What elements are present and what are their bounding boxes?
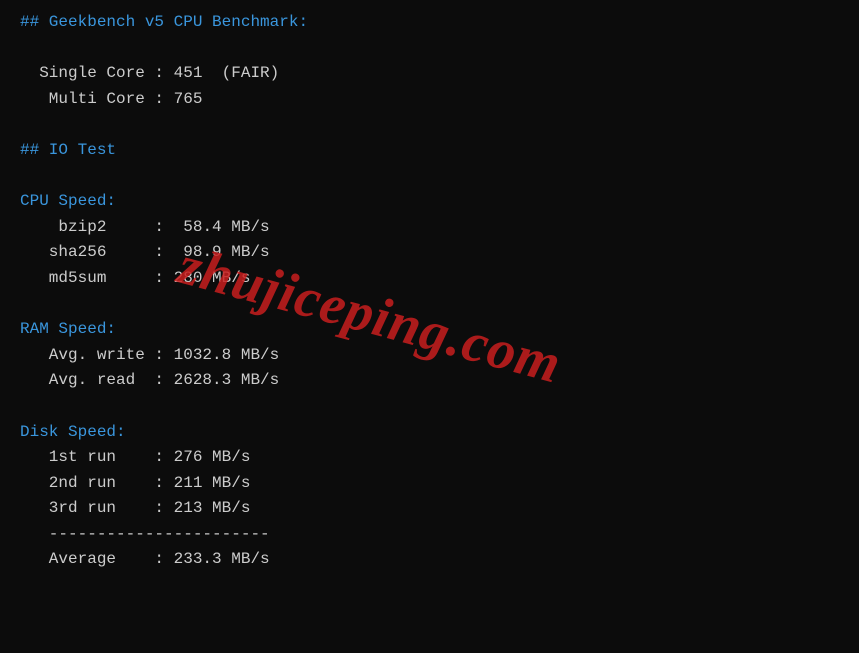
io-test-title: ## IO Test bbox=[20, 138, 839, 164]
md5sum-value: 280 MB/s bbox=[174, 269, 251, 287]
disk-run1-line: 1st run : 276 MB/s bbox=[20, 445, 839, 471]
disk-run3-line: 3rd run : 213 MB/s bbox=[20, 496, 839, 522]
blank-line bbox=[20, 164, 839, 190]
sha256-value: 98.9 MB/s bbox=[183, 243, 269, 261]
disk-speed-title: Disk Speed: bbox=[20, 420, 839, 446]
bzip2-line: bzip2 : 58.4 MB/s bbox=[20, 215, 839, 241]
disk-avg-line: Average : 233.3 MB/s bbox=[20, 547, 839, 573]
md5sum-line: md5sum : 280 MB/s bbox=[20, 266, 839, 292]
ram-read-label: Avg. read : bbox=[20, 371, 174, 389]
disk-run2-label: 2nd run : bbox=[20, 474, 174, 492]
geekbench-title: ## Geekbench v5 CPU Benchmark: bbox=[20, 10, 839, 36]
terminal-output: ## Geekbench v5 CPU Benchmark: Single Co… bbox=[20, 10, 839, 573]
disk-run3-value: 213 MB/s bbox=[174, 499, 251, 517]
blank-line bbox=[20, 292, 839, 318]
single-core-value: 451 (FAIR) bbox=[174, 64, 280, 82]
disk-run3-label: 3rd run : bbox=[20, 499, 174, 517]
disk-run2-value: 211 MB/s bbox=[174, 474, 251, 492]
ram-speed-title: RAM Speed: bbox=[20, 317, 839, 343]
blank-line bbox=[20, 394, 839, 420]
multi-core-value: 765 bbox=[174, 90, 203, 108]
ram-read-value: 2628.3 MB/s bbox=[174, 371, 280, 389]
disk-avg-value: 233.3 MB/s bbox=[174, 550, 270, 568]
disk-divider: ----------------------- bbox=[20, 522, 839, 548]
bzip2-label: bzip2 : bbox=[20, 218, 183, 236]
disk-run1-value: 276 MB/s bbox=[174, 448, 251, 466]
disk-run2-line: 2nd run : 211 MB/s bbox=[20, 471, 839, 497]
ram-write-line: Avg. write : 1032.8 MB/s bbox=[20, 343, 839, 369]
bzip2-value: 58.4 MB/s bbox=[183, 218, 269, 236]
cpu-speed-title: CPU Speed: bbox=[20, 189, 839, 215]
multi-core-line: Multi Core : 765 bbox=[20, 87, 839, 113]
ram-write-label: Avg. write : bbox=[20, 346, 174, 364]
blank-line bbox=[20, 112, 839, 138]
md5sum-label: md5sum : bbox=[20, 269, 174, 287]
disk-run1-label: 1st run : bbox=[20, 448, 174, 466]
blank-line bbox=[20, 36, 839, 62]
sha256-label: sha256 : bbox=[20, 243, 183, 261]
disk-avg-label: Average : bbox=[20, 550, 174, 568]
ram-read-line: Avg. read : 2628.3 MB/s bbox=[20, 368, 839, 394]
sha256-line: sha256 : 98.9 MB/s bbox=[20, 240, 839, 266]
multi-core-label: Multi Core : bbox=[20, 90, 174, 108]
ram-write-value: 1032.8 MB/s bbox=[174, 346, 280, 364]
single-core-line: Single Core : 451 (FAIR) bbox=[20, 61, 839, 87]
single-core-label: Single Core : bbox=[20, 64, 174, 82]
